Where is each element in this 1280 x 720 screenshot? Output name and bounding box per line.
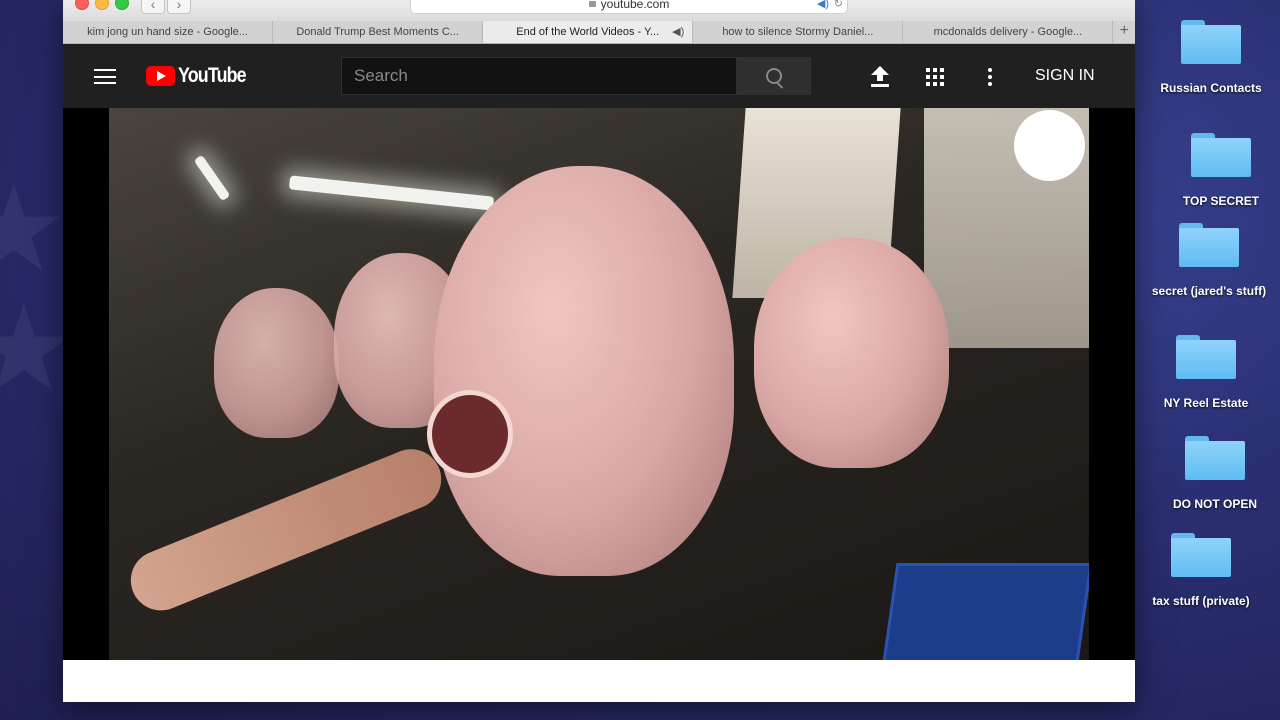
tab-title: how to silence Stormy Daniel... [722, 26, 874, 38]
video-frame[interactable] [109, 108, 1089, 660]
desktop-folder[interactable]: tax stuff (private) [1131, 533, 1271, 609]
folder-label: Russian Contacts [1160, 81, 1262, 95]
folder-icon [1185, 436, 1245, 480]
browser-tab-active[interactable]: End of the World Videos - Y... ◀) [483, 21, 694, 43]
mask-head-main [434, 166, 734, 576]
mask-head [754, 238, 949, 468]
tab-title: mcdonalds delivery - Google... [933, 26, 1083, 38]
address-url: youtube.com [600, 0, 670, 11]
folder-icon [1181, 20, 1241, 64]
desktop-wallpaper-star: ★ [0, 162, 68, 296]
close-window-button[interactable] [75, 0, 89, 10]
browser-tab[interactable]: mcdonalds delivery - Google... [903, 21, 1114, 43]
back-button[interactable]: ‹ [141, 0, 165, 14]
youtube-header: YouTube Search SIGN IN [63, 44, 1135, 108]
forward-button[interactable]: › [167, 0, 191, 14]
folder-label: NY Reel Estate [1163, 396, 1249, 410]
mask-head [214, 288, 339, 438]
tab-title: End of the World Videos - Y... [516, 26, 660, 38]
mask-mouth [427, 390, 513, 478]
browser-tab[interactable]: how to silence Stormy Daniel... [693, 21, 904, 43]
ceiling-light [288, 175, 495, 211]
folder-label: secret (jared's stuff) [1151, 284, 1267, 298]
folder-icon [1191, 133, 1251, 177]
search-placeholder: Search [354, 66, 408, 85]
new-tab-button[interactable]: + [1114, 21, 1136, 43]
hand [121, 440, 451, 620]
sign-in-button[interactable]: SIGN IN [1035, 65, 1095, 87]
desktop-folder[interactable]: secret (jared's stuff) [1139, 223, 1279, 299]
speaker-icon[interactable]: ◀) [817, 0, 829, 13]
browser-window: ‹ › youtube.com ◀) ↻ kim jong un hand si… [63, 0, 1135, 702]
desktop-folder[interactable]: NY Reel Estate [1136, 335, 1276, 411]
search-button[interactable] [737, 57, 811, 95]
folder-icon [1176, 335, 1236, 379]
recording-indicator [1014, 110, 1085, 181]
youtube-play-logo-icon [146, 66, 175, 86]
address-bar[interactable]: youtube.com ◀) ↻ [410, 0, 848, 14]
youtube-logo-text: YouTube [178, 64, 247, 87]
maximize-window-button[interactable] [115, 0, 129, 10]
tab-bar: kim jong un hand size - Google... Donald… [63, 21, 1135, 44]
search-input[interactable]: Search [341, 57, 737, 95]
apps-grid-icon[interactable] [926, 68, 944, 86]
browser-tab[interactable]: Donald Trump Best Moments C... [273, 21, 484, 43]
folder-icon [1171, 533, 1231, 577]
ceiling-light [193, 154, 231, 202]
page-content-area [63, 660, 1135, 702]
tab-audio-icon[interactable]: ◀) [672, 21, 684, 43]
lock-icon [588, 1, 596, 7]
desktop-folder[interactable]: TOP SECRET [1151, 133, 1280, 209]
more-options-icon[interactable] [988, 68, 992, 86]
desktop-folder[interactable]: Russian Contacts [1141, 20, 1280, 96]
folder-label: TOP SECRET [1182, 194, 1260, 208]
folder-label: tax stuff (private) [1152, 594, 1250, 608]
desktop-folder[interactable]: DO NOT OPEN [1145, 436, 1280, 512]
video-player[interactable] [63, 108, 1135, 660]
minimize-window-button[interactable] [95, 0, 109, 10]
search-icon [766, 68, 782, 84]
reload-icon[interactable]: ↻ [834, 0, 843, 13]
browser-tab[interactable]: kim jong un hand size - Google... [63, 21, 274, 43]
hamburger-menu-icon[interactable] [94, 69, 116, 84]
tab-title: Donald Trump Best Moments C... [296, 26, 459, 38]
folder-icon [1179, 223, 1239, 267]
folder-label: DO NOT OPEN [1172, 497, 1257, 511]
blue-crate [881, 563, 1089, 660]
tab-title: kim jong un hand size - Google... [87, 26, 248, 38]
upload-icon[interactable] [870, 66, 890, 88]
browser-titlebar: ‹ › youtube.com ◀) ↻ [63, 0, 1135, 22]
youtube-logo[interactable]: YouTube [146, 64, 258, 88]
